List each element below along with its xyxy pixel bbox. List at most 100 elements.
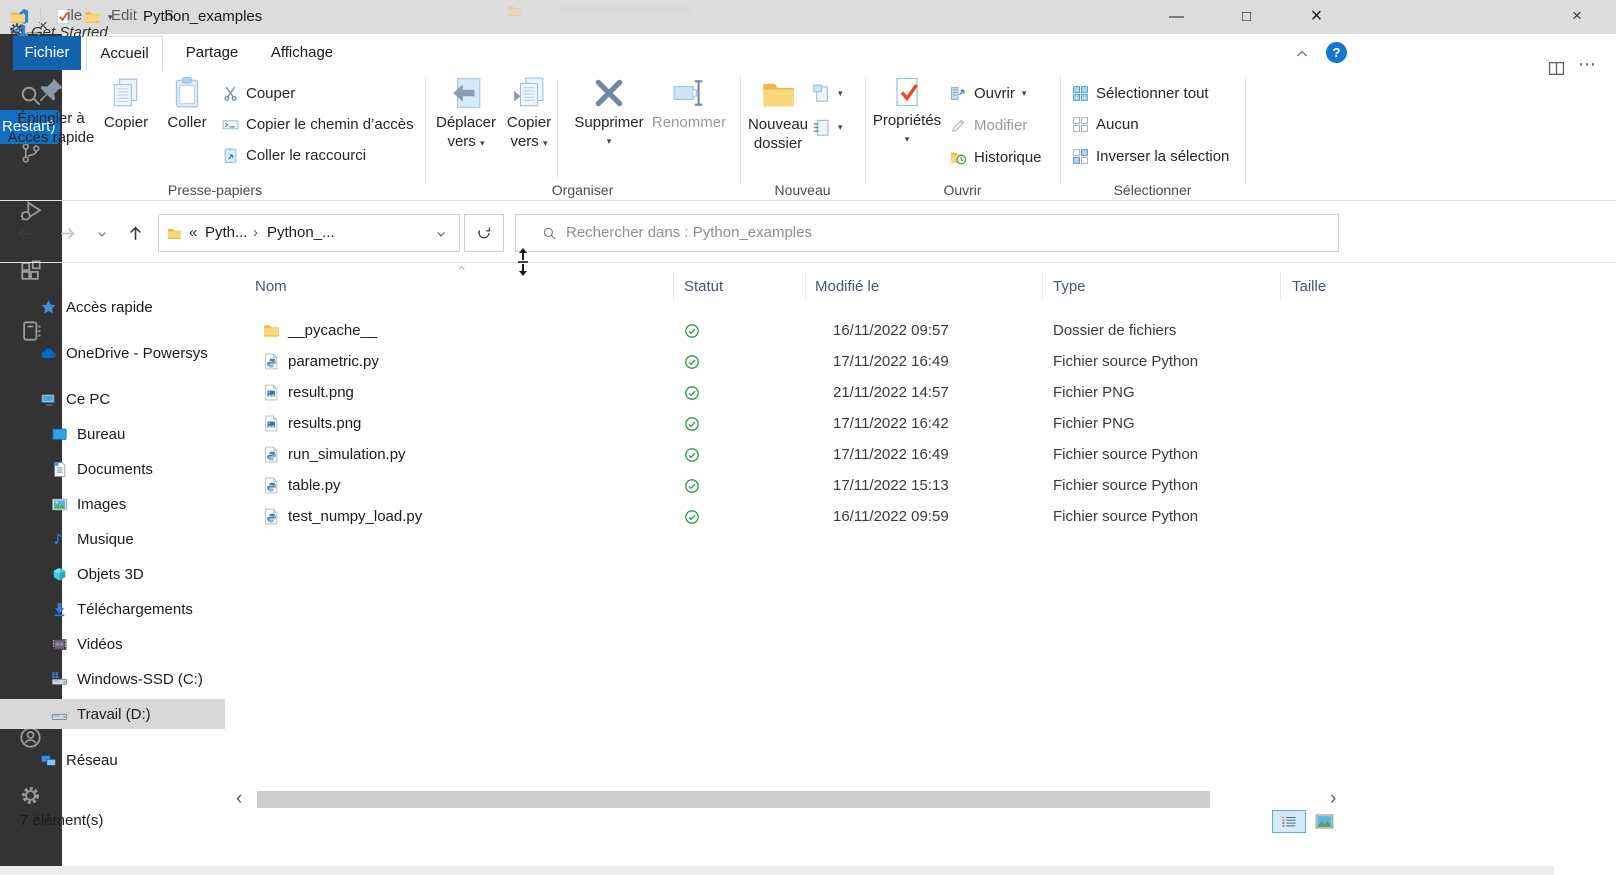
paste-button[interactable]: Coller bbox=[158, 76, 216, 132]
table-row[interactable]: table.py 17/11/2022 15:13 Fichier source… bbox=[0, 471, 1616, 502]
easy-access-icon bbox=[812, 118, 831, 137]
column-header-size[interactable]: Taille bbox=[1292, 278, 1326, 295]
png-file-icon bbox=[263, 384, 280, 401]
divider bbox=[805, 272, 806, 301]
back-icon[interactable] bbox=[17, 225, 34, 242]
divider bbox=[673, 272, 674, 301]
group-label-select: Sélectionner bbox=[1060, 182, 1245, 198]
system-drive-icon bbox=[51, 671, 68, 688]
scroll-left-icon[interactable]: ‹ bbox=[236, 788, 242, 810]
horizontal-scrollbar-thumb[interactable] bbox=[257, 791, 1210, 808]
breadcrumb-guillemet[interactable]: « bbox=[189, 224, 197, 241]
pin-icon bbox=[36, 76, 66, 106]
search-input[interactable]: Rechercher dans : Python_examples bbox=[515, 214, 1339, 252]
new-item-button[interactable]: ▾ bbox=[812, 80, 843, 106]
3d-objects-icon bbox=[51, 566, 68, 583]
properties-button[interactable]: Propriétés ▾ bbox=[872, 76, 942, 149]
history-button[interactable]: Historique bbox=[950, 144, 1042, 170]
maximize-button[interactable]: □ bbox=[1223, 0, 1270, 33]
copy-to-button[interactable]: Copier vers ▾ bbox=[494, 76, 564, 153]
group-label-new: Nouveau bbox=[740, 182, 865, 198]
ghost-folder-icon bbox=[508, 4, 522, 18]
column-header-status[interactable]: Statut bbox=[684, 278, 723, 295]
tab-partage[interactable]: Partage bbox=[176, 36, 248, 70]
paste-shortcut-button[interactable]: Coller le raccourci bbox=[222, 142, 366, 168]
invert-selection-button[interactable]: Inverser la sélection bbox=[1072, 143, 1229, 169]
sidebar-item-data-drive[interactable]: Travail (D:) bbox=[0, 699, 151, 729]
table-row[interactable]: run_simulation.py 17/11/2022 16:49 Fichi… bbox=[0, 440, 1616, 471]
forward-icon[interactable] bbox=[59, 225, 76, 242]
divider bbox=[133, 8, 134, 26]
python-file-icon bbox=[263, 446, 280, 463]
address-dropdown-icon[interactable] bbox=[435, 228, 447, 240]
column-header-name[interactable]: Nom bbox=[255, 278, 287, 295]
column-header-modified[interactable]: Modifié le bbox=[815, 278, 879, 295]
split-editor-icon[interactable] bbox=[1548, 60, 1565, 77]
breadcrumb-parent[interactable]: Pyth... bbox=[205, 224, 248, 241]
open-button[interactable]: Ouvrir ▾ bbox=[950, 80, 1026, 106]
sort-ascending-icon bbox=[455, 263, 468, 273]
breadcrumb-current[interactable]: Python_... bbox=[267, 224, 335, 241]
copy-to-icon bbox=[512, 76, 546, 110]
table-row[interactable]: __pycache__ 16/11/2022 09:57 Dossier de … bbox=[0, 316, 1616, 347]
new-folder-button[interactable]: Nouveau dossier bbox=[743, 76, 813, 153]
column-header-type[interactable]: Type bbox=[1053, 278, 1086, 295]
divider bbox=[0, 262, 1616, 263]
qat-customize-caret-icon[interactable]: ▾ bbox=[108, 12, 113, 23]
rename-icon bbox=[672, 76, 706, 110]
close-button[interactable]: × bbox=[1293, 0, 1340, 33]
clipboard-icon bbox=[170, 76, 204, 110]
refresh-button[interactable] bbox=[464, 214, 504, 252]
run-debug-icon[interactable] bbox=[19, 199, 43, 223]
settings-gear-icon[interactable] bbox=[19, 784, 42, 807]
new-item-icon bbox=[812, 84, 831, 103]
tab-accueil[interactable]: Accueil bbox=[86, 36, 163, 70]
table-row[interactable]: result.png 21/11/2022 14:57 Fichier PNG bbox=[0, 378, 1616, 409]
more-actions-icon[interactable]: ⋯ bbox=[1578, 54, 1596, 75]
scroll-right-icon[interactable]: › bbox=[1330, 788, 1336, 810]
breadcrumb-separator-icon: › bbox=[253, 224, 258, 241]
window-folder-icon bbox=[10, 9, 26, 25]
tab-fichier[interactable]: Fichier bbox=[13, 36, 81, 70]
delete-button[interactable]: Supprimer ▾ bbox=[574, 76, 644, 151]
sidebar-item-3d-objects[interactable]: Objets 3D bbox=[0, 559, 144, 589]
table-row[interactable]: test_numpy_load.py 16/11/2022 09:59 Fich… bbox=[0, 502, 1616, 533]
collapse-ribbon-icon[interactable] bbox=[1294, 46, 1310, 62]
select-all-button[interactable]: Sélectionner tout bbox=[1072, 80, 1209, 106]
divider bbox=[0, 200, 1616, 201]
vscode-window-close-icon[interactable]: × bbox=[1572, 6, 1582, 26]
qat-new-folder-icon[interactable] bbox=[84, 9, 100, 25]
help-button[interactable]: ? bbox=[1326, 42, 1347, 63]
dropdown-caret-icon: ▾ bbox=[1022, 88, 1027, 99]
resize-cursor bbox=[516, 247, 530, 277]
sync-status-icon bbox=[684, 354, 700, 370]
select-none-button[interactable]: Aucun bbox=[1072, 111, 1139, 137]
ghost-text bbox=[560, 6, 690, 14]
sidebar-item-network[interactable]: Réseau bbox=[0, 745, 118, 775]
qat-properties-icon[interactable] bbox=[54, 8, 71, 25]
recent-locations-caret-icon[interactable] bbox=[96, 228, 108, 240]
rename-button[interactable]: Renommer bbox=[649, 76, 729, 132]
thumbnails-view-button[interactable] bbox=[1313, 812, 1335, 831]
move-to-button[interactable]: Déplacer vers ▾ bbox=[431, 76, 501, 153]
sidebar-item-downloads[interactable]: Téléchargements bbox=[0, 594, 193, 624]
minimize-button[interactable]: — bbox=[1153, 0, 1200, 33]
music-icon bbox=[51, 531, 68, 548]
tab-affichage[interactable]: Affichage bbox=[260, 36, 344, 70]
address-bar[interactable]: « Pyth... › Python_... bbox=[158, 214, 460, 252]
up-icon[interactable] bbox=[127, 225, 144, 242]
table-row[interactable]: parametric.py 17/11/2022 16:49 Fichier s… bbox=[0, 347, 1616, 378]
quick-access-star-icon bbox=[40, 299, 57, 316]
cut-button[interactable]: Couper bbox=[222, 80, 295, 106]
copy-button[interactable]: Copier bbox=[95, 76, 157, 132]
sidebar-item-videos[interactable]: Vidéos bbox=[0, 629, 123, 659]
easy-access-button[interactable]: ▾ bbox=[812, 114, 843, 140]
details-view-button[interactable] bbox=[1272, 810, 1306, 833]
pin-quick-access-button[interactable]: Épingler à Accès rapide bbox=[5, 76, 97, 147]
edit-button[interactable]: Modifier bbox=[950, 112, 1027, 138]
table-row[interactable]: results.png 17/11/2022 16:42 Fichier PNG bbox=[0, 409, 1616, 440]
new-folder-icon bbox=[760, 76, 796, 112]
copy-path-button[interactable]: Copier le chemin d’accès bbox=[222, 111, 414, 137]
open-icon bbox=[950, 85, 967, 102]
sidebar-item-system-drive[interactable]: Windows-SSD (C:) bbox=[0, 664, 203, 694]
